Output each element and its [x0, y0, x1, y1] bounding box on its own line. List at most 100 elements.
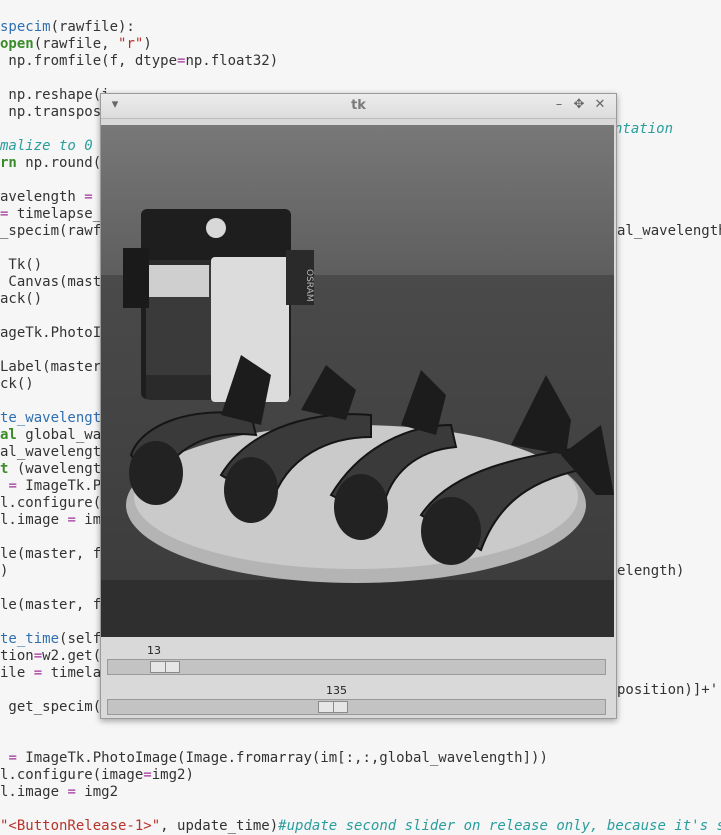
code-line: ile = timelap — [0, 665, 110, 682]
code-token: l.configure(i — [0, 495, 110, 511]
code-line-fragment: position)]+'. — [617, 682, 721, 699]
code-token: _specim(rawfi — [0, 223, 110, 239]
code-line: le(master, fr — [0, 546, 110, 563]
code-line-fragment: elength) — [617, 563, 684, 580]
code-token: l.configure(image — [0, 767, 144, 783]
code-token: al — [0, 427, 17, 443]
time-slider-handle[interactable] — [150, 661, 180, 673]
code-line: open(rawfile, "r") — [0, 36, 152, 53]
code-token: np.reshape(i — [0, 87, 110, 103]
code-token: timelapse_d — [8, 206, 110, 222]
code-token: img2) — [151, 767, 194, 783]
code-token: ImageTk.Ph — [16, 478, 110, 494]
code-line: ck() — [0, 376, 34, 393]
code-token: = — [84, 189, 93, 205]
code-token: ) — [0, 563, 9, 579]
code-token: ck() — [0, 376, 34, 392]
code-line: l.image = img2 — [0, 784, 118, 801]
code-token: (rawfile, — [33, 36, 119, 52]
code-token: , update_time) — [160, 818, 279, 834]
code-line: ageTk.PhotoIm — [0, 325, 110, 342]
code-token: ImageTk.PhotoImage(Image.fromarray(im[:,… — [16, 750, 548, 766]
code-token: al_wavelength — [0, 444, 110, 460]
code-line: np.transpose — [0, 104, 110, 121]
code-line: = timelapse_d — [0, 206, 110, 223]
code-token: ile — [0, 665, 34, 681]
code-line: Canvas(maste — [0, 274, 110, 291]
code-token: Label(master, — [0, 359, 110, 375]
maximize-icon[interactable]: ✥ — [571, 97, 587, 113]
code-token: = — [67, 784, 76, 800]
code-line: Tk() — [0, 257, 42, 274]
code-token: avelength — [0, 189, 85, 205]
code-token: l.image — [0, 512, 68, 528]
close-icon[interactable]: ✕ — [592, 97, 608, 113]
code-token: = — [67, 512, 76, 528]
code-line: l.image = img — [0, 512, 110, 529]
wavelength-slider-handle[interactable] — [318, 701, 348, 713]
code-token: specim — [0, 19, 51, 35]
code-token: te_wavelength — [0, 410, 110, 426]
code-line: l.configure(image=img2) — [0, 767, 194, 784]
code-line: tion=w2.get() — [0, 648, 110, 665]
spectral-image: OSRAM — [101, 125, 614, 637]
code-token: Tk() — [0, 257, 43, 273]
code-line: t (wavelength — [0, 461, 110, 478]
code-line: te_wavelength — [0, 410, 110, 427]
code-line: specim(rawfile): — [0, 19, 135, 36]
tk-window[interactable]: ▾ tk – ✥ ✕ OSRAM 13 135 — [100, 93, 617, 719]
code-token: img2 — [75, 784, 119, 800]
code-line: = ImageTk.PhotoImage(Image.fromarray(im[… — [0, 750, 548, 767]
code-token: elength) — [617, 563, 685, 579]
code-line: "<ButtonRelease-1>", update_time)#update… — [0, 818, 721, 835]
code-token: malize to 0 — [0, 138, 102, 154]
code-line: al_wavelength — [0, 444, 110, 461]
bananas-photo: OSRAM — [101, 125, 614, 637]
osram-label: OSRAM — [304, 269, 314, 302]
code-token: np.transpose — [0, 104, 110, 120]
minimize-icon[interactable]: – — [551, 97, 567, 113]
code-token: np.float32) — [185, 53, 279, 69]
code-line-fragment: al_wavelength — [617, 223, 721, 240]
code-line: avelength = ( — [0, 189, 110, 206]
code-token: ) — [143, 36, 152, 52]
code-line: malize to 0 — [0, 138, 101, 155]
time-slider[interactable] — [107, 659, 606, 675]
code-line: ) — [0, 563, 8, 580]
code-line: l.configure(i — [0, 495, 110, 512]
code-token: #update second slider on release only, b… — [278, 818, 721, 834]
window-title: tk — [351, 98, 366, 113]
wavelength-slider[interactable] — [107, 699, 606, 715]
wavelength-slider-value: 135 — [326, 684, 347, 697]
code-token: position)]+'. — [617, 682, 721, 698]
code-token: le(master, fr — [0, 546, 110, 562]
code-token: "<ButtonRelease-1>" — [0, 818, 161, 834]
code-line: te_time(self) — [0, 631, 110, 648]
code-line: Label(master, — [0, 359, 110, 376]
code-token: = — [8, 478, 17, 494]
window-titlebar[interactable]: ▾ tk – ✥ ✕ — [101, 94, 616, 119]
code-token: rn — [0, 155, 17, 171]
code-line: rn np.round(i — [0, 155, 110, 172]
code-token: Canvas(maste — [0, 274, 110, 290]
code-token: (rawfile): — [50, 19, 135, 35]
code-token: get_specim( — [0, 699, 102, 715]
code-line-fragment: ntation — [614, 121, 673, 138]
code-token: ageTk.PhotoIm — [0, 325, 110, 341]
code-token: l.image — [0, 784, 68, 800]
code-token: np.round(i — [16, 155, 110, 171]
code-token: le(master, fr — [0, 597, 110, 613]
code-line: np.fromfile(f, dtype=np.float32) — [0, 53, 278, 70]
code-line: get_specim( — [0, 699, 101, 716]
code-token: ack() — [0, 291, 43, 307]
code-token: (wavelength — [8, 461, 110, 477]
code-token: = — [33, 665, 43, 681]
code-line: np.reshape(i — [0, 87, 110, 104]
code-token: "r" — [118, 36, 144, 52]
code-token: np.fromfile(f, dtype — [0, 53, 178, 69]
code-token: ntation — [614, 121, 674, 137]
code-line: = ImageTk.Ph — [0, 478, 110, 495]
code-line: le(master, fr — [0, 597, 110, 614]
time-slider-value: 13 — [147, 644, 161, 657]
code-token: al_wavelength — [617, 223, 721, 239]
